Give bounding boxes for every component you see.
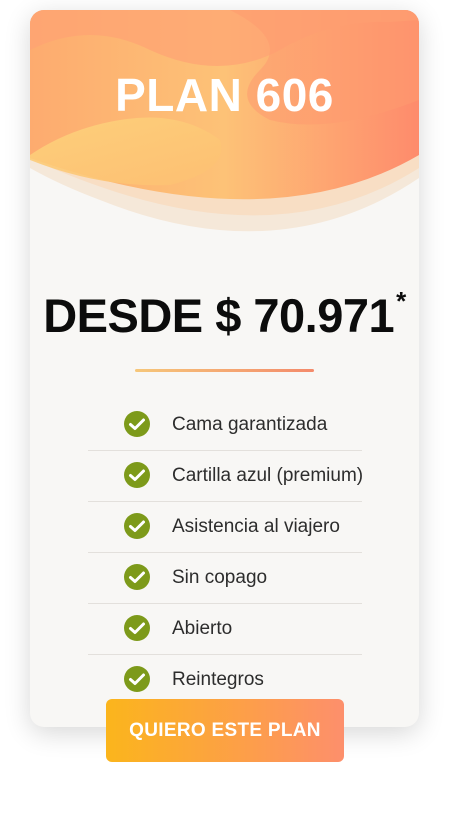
feature-label: Cama garantizada (172, 414, 328, 435)
feature-label: Asistencia al viajero (172, 516, 340, 537)
check-circle-icon (124, 513, 150, 539)
price-text: DESDE $ 70.971 (43, 289, 395, 342)
check-circle-icon (124, 666, 150, 692)
feature-item: Reintegros (88, 655, 362, 705)
quiero-este-plan-button[interactable]: QUIERO ESTE PLAN (106, 699, 344, 762)
feature-label: Abierto (172, 618, 233, 639)
price: DESDE $ 70.971* (30, 286, 419, 343)
check-circle-icon (124, 462, 150, 488)
feature-item: Abierto (88, 604, 362, 655)
feature-label: Cartilla azul (premium) (172, 465, 364, 486)
feature-label: Reintegros (172, 669, 264, 690)
feature-item: Cama garantizada (88, 400, 362, 451)
feature-label: Sin copago (172, 567, 268, 588)
check-circle-icon (124, 564, 150, 590)
feature-item: Cartilla azul (premium) (88, 451, 364, 502)
header-wave-background (30, 10, 419, 232)
feature-item: Asistencia al viajero (88, 502, 362, 553)
card-header: PLAN 606 (30, 10, 419, 250)
check-circle-icon (124, 615, 150, 641)
price-asterisk: * (396, 286, 406, 316)
divider (135, 369, 314, 372)
plan-card: PLAN 606 DESDE $ 70.971* Cama garantizad… (30, 10, 419, 727)
feature-item: Sin copago (88, 553, 362, 604)
plan-title: PLAN 606 (115, 69, 334, 121)
check-circle-icon (124, 411, 150, 437)
feature-list: Cama garantizada Cartilla azul (premium)… (88, 400, 364, 705)
